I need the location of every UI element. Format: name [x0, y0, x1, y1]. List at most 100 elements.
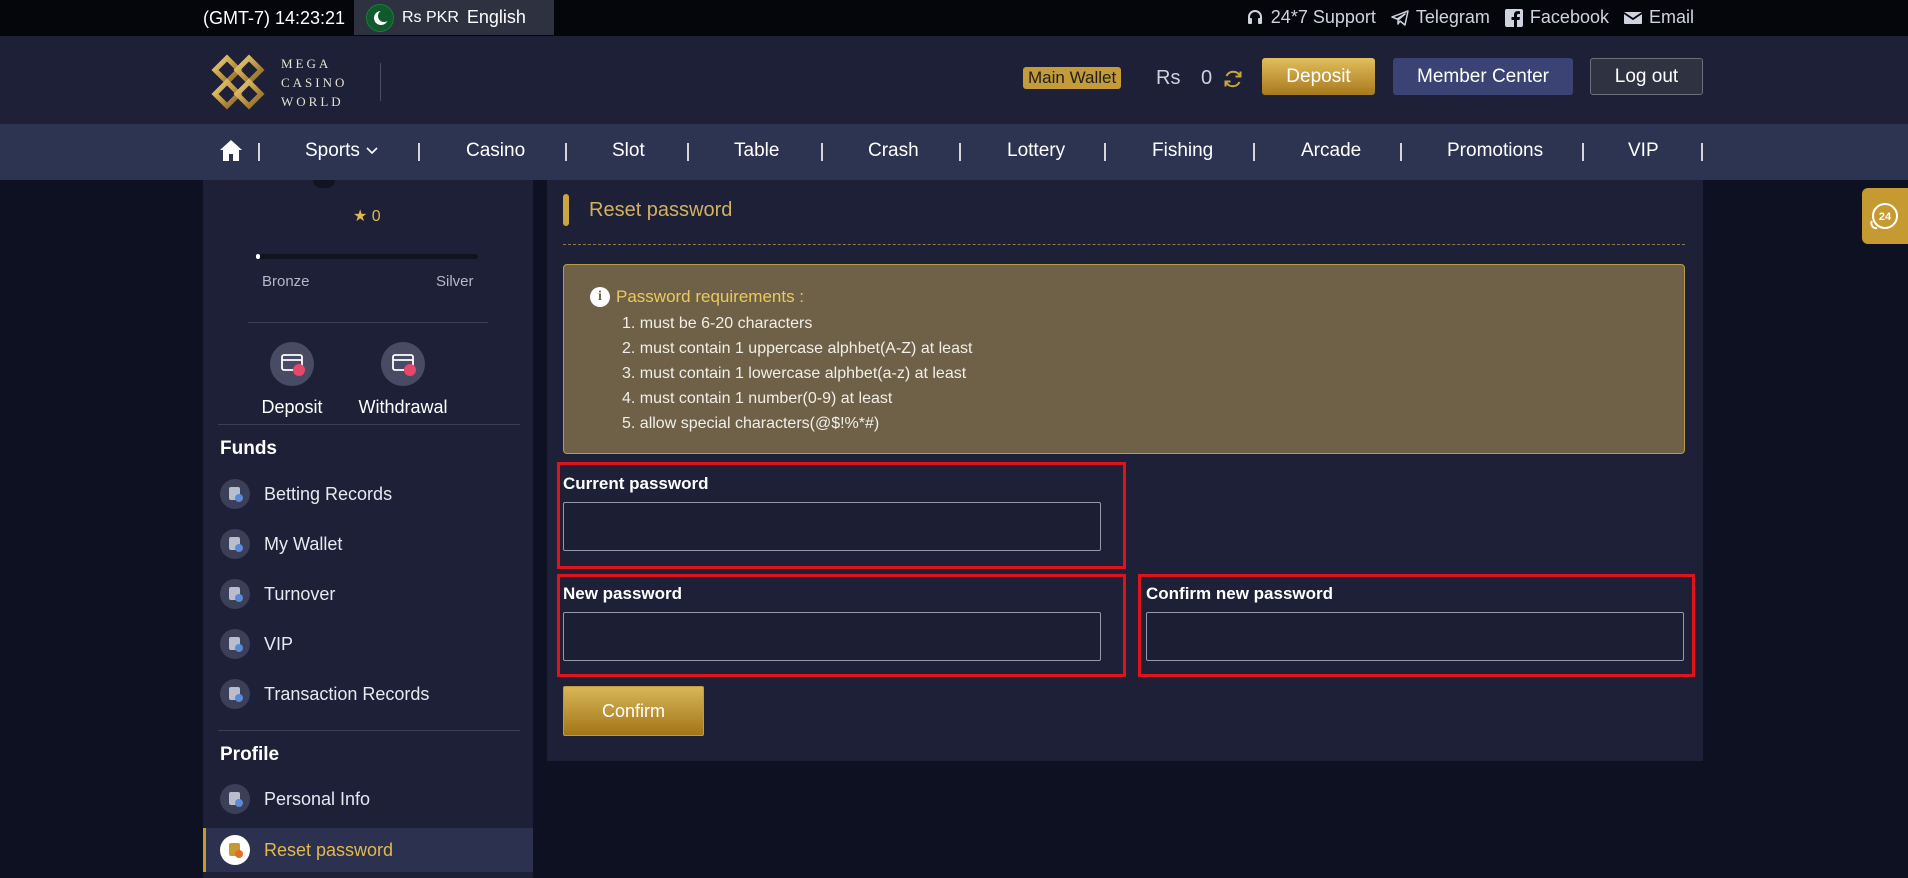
top-links: 24*7 Support Telegram Facebook Email [1245, 0, 1694, 35]
nav-separator [418, 143, 420, 161]
logout-button[interactable]: Log out [1590, 58, 1703, 95]
facebook-link[interactable]: Facebook [1504, 7, 1609, 28]
refresh-icon[interactable] [1222, 68, 1246, 92]
sidebar-item-label: VIP [264, 633, 294, 654]
new-password-field: New password [563, 584, 1101, 661]
sidebar-item-turnover[interactable]: Turnover [203, 572, 533, 616]
nav-promotions[interactable]: Promotions [1447, 140, 1543, 162]
nav-separator [565, 143, 567, 161]
logo-text: MEGA CASINO WORLD [281, 54, 347, 111]
quick-withdrawal-label: Withdrawal [358, 397, 448, 417]
top-bar: (GMT-7) 14:23:21 Rs PKR English 24*7 Sup… [0, 0, 1908, 36]
nav-arcade[interactable]: Arcade [1301, 140, 1361, 162]
sidebar-item-my-wallet[interactable]: My Wallet [203, 522, 533, 566]
vip-stars: ★ 0 [353, 208, 381, 225]
logo-diamond-icon [207, 52, 269, 112]
level-current: Bronze [262, 273, 310, 290]
support-24-icon: 24 [1862, 203, 1908, 248]
nav-sports[interactable]: Sports [305, 140, 379, 162]
betting-records-icon [220, 479, 250, 509]
requirement-item: 5. allow special characters(@$!%*#) [622, 415, 880, 432]
nav-separator [821, 143, 823, 161]
live-support-button[interactable]: 24 [1862, 188, 1908, 244]
level-progress-bar [256, 254, 478, 259]
sidebar-item-label: Betting Records [264, 483, 393, 504]
requirement-item: 1. must be 6-20 characters [622, 315, 813, 332]
home-icon[interactable] [218, 137, 244, 163]
sidebar-item-betting-records[interactable]: Betting Records [203, 472, 533, 516]
new-password-input[interactable] [563, 612, 1101, 661]
headset-icon [1245, 8, 1265, 28]
facebook-icon [1504, 8, 1524, 28]
divider [248, 322, 488, 323]
quick-withdrawal-button[interactable]: Withdrawal [348, 342, 458, 418]
telegram-icon [1390, 8, 1410, 28]
nav-vip[interactable]: VIP [1628, 140, 1659, 162]
main-nav: Sports Casino Slot Table Crash Lottery F… [0, 124, 1908, 180]
support-label: 24*7 Support [1270, 7, 1376, 27]
email-icon [1623, 8, 1643, 28]
current-password-field: Current password [563, 474, 1101, 551]
language-name: English [466, 7, 526, 27]
telegram-link[interactable]: Telegram [1390, 7, 1490, 28]
logo-divider [380, 63, 381, 101]
site-logo[interactable]: MEGA CASINO WORLD [207, 50, 382, 114]
language-selector[interactable]: Rs PKR English [354, 0, 554, 35]
pakistan-flag-icon [366, 3, 394, 32]
email-link[interactable]: Email [1623, 7, 1694, 28]
sidebar-item-vip[interactable]: VIP [203, 622, 533, 666]
divider [218, 730, 520, 731]
avatar [313, 180, 335, 188]
nav-separator [258, 143, 260, 161]
nav-lottery[interactable]: Lottery [1007, 140, 1065, 162]
confirm-password-field: Confirm new password [1146, 584, 1684, 661]
sidebar-item-personal-info[interactable]: Personal Info [203, 777, 533, 821]
title-accent-bar [563, 194, 569, 226]
vip-crown-icon [220, 629, 250, 659]
currency-code: Rs PKR [402, 8, 459, 26]
nav-fishing[interactable]: Fishing [1152, 140, 1213, 162]
dashed-divider [563, 244, 1685, 245]
sidebar-item-label: My Wallet [264, 533, 343, 554]
sidebar-item-label: Turnover [264, 583, 336, 604]
quick-deposit-label: Deposit [261, 397, 323, 417]
sidebar-item-label: Reset password [264, 839, 394, 860]
requirements-title: Password requirements : [616, 287, 805, 306]
wallet-balance: 0 [1201, 67, 1213, 89]
info-icon: i [590, 287, 610, 307]
confirm-password-input[interactable] [1146, 612, 1684, 661]
nav-slot[interactable]: Slot [612, 140, 645, 162]
email-label: Email [1648, 7, 1694, 27]
sidebar-item-reset-password[interactable]: Reset password [203, 828, 533, 872]
site-header: MEGA CASINO WORLD Main Wallet Rs 0 Depos… [0, 36, 1908, 124]
server-time: (GMT-7) 14:23:21 [203, 8, 346, 28]
current-password-label: Current password [563, 474, 709, 493]
current-password-input[interactable] [563, 502, 1101, 551]
support-link[interactable]: 24*7 Support [1245, 7, 1376, 28]
quick-deposit-button[interactable]: Deposit [237, 342, 347, 418]
confirm-password-label: Confirm new password [1146, 584, 1334, 603]
sidebar-item-label: Personal Info [264, 788, 371, 809]
requirement-item: 3. must contain 1 lowercase alphbet(a-z)… [622, 365, 967, 382]
nav-separator [687, 143, 689, 161]
nav-separator [1400, 143, 1402, 161]
level-next: Silver [436, 273, 474, 290]
turnover-icon [220, 579, 250, 609]
requirements-list: 1. must be 6-20 characters 2. must conta… [622, 311, 972, 436]
member-center-button[interactable]: Member Center [1393, 58, 1573, 95]
confirm-button[interactable]: Confirm [563, 686, 704, 736]
wallet-icon [220, 529, 250, 559]
logo-line-2: CASINO [281, 74, 348, 90]
currency-symbol: Rs [1156, 67, 1181, 89]
nav-table[interactable]: Table [734, 140, 779, 162]
password-requirements-box: i Password requirements : 1. must be 6-2… [563, 264, 1685, 454]
deposit-button[interactable]: Deposit [1262, 58, 1375, 95]
reset-password-panel: Reset password i Password requirements :… [547, 180, 1703, 761]
nav-casino[interactable]: Casino [466, 140, 525, 162]
funds-section-title: Funds [220, 438, 277, 459]
requirements-heading: i Password requirements : [590, 287, 804, 307]
sidebar-item-transaction-records[interactable]: Transaction Records [203, 672, 533, 716]
telegram-label: Telegram [1415, 7, 1490, 27]
nav-crash[interactable]: Crash [868, 140, 919, 162]
sidebar-item-label: Transaction Records [264, 683, 430, 704]
